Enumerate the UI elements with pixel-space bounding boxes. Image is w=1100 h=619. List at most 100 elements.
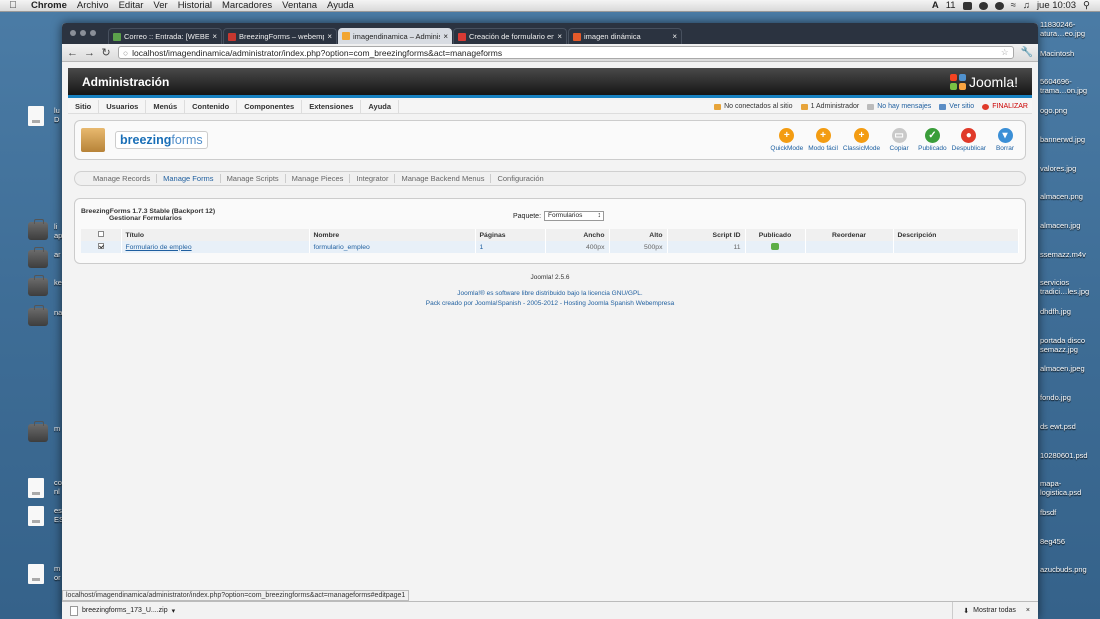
zoom-window-icon[interactable] bbox=[90, 30, 96, 36]
menu-contenido[interactable]: Contenido bbox=[185, 99, 238, 114]
license-link[interactable]: Joomla!® es software libre distribuido b… bbox=[457, 290, 642, 297]
toolbar-button-publicado[interactable]: ✓ Publicado bbox=[918, 128, 947, 152]
dropbox-icon[interactable] bbox=[962, 1, 972, 10]
download-item[interactable]: breezingforms_173_U....zip ▾ bbox=[62, 605, 176, 616]
show-all-downloads[interactable]: ⬇ Mostrar todas bbox=[952, 601, 1026, 619]
menu-ayuda[interactable]: Ayuda bbox=[322, 0, 359, 11]
bookmark-star-icon[interactable]: ☆ bbox=[1001, 47, 1009, 58]
toolbar-button-quickmode[interactable]: + QuickMode bbox=[770, 128, 803, 152]
adobe-icon[interactable]: A bbox=[932, 0, 939, 11]
browser-tab[interactable]: Correo :: Entrada: [WEBEMP]× bbox=[108, 28, 222, 44]
download-filename[interactable]: breezingforms_173_U....zip bbox=[82, 607, 168, 614]
briefcase-icon[interactable] bbox=[28, 275, 48, 296]
download-menu-icon[interactable]: ▾ bbox=[172, 607, 176, 615]
desktop-file-label[interactable]: almacen.jpg bbox=[1040, 221, 1080, 230]
published-check-icon[interactable] bbox=[771, 242, 779, 250]
desktop-file-label[interactable]: portada disco semazz.jpg bbox=[1040, 336, 1085, 354]
form-title-link[interactable]: Formulario de empleo bbox=[126, 244, 192, 251]
desktop-file-label[interactable]: bannerwd.jpg bbox=[1040, 135, 1085, 144]
briefcase-icon[interactable] bbox=[28, 219, 48, 240]
timemachine-icon[interactable] bbox=[978, 1, 988, 10]
package-select[interactable]: Formularios bbox=[544, 211, 605, 221]
desktop-file-label[interactable]: ds ewt.psd bbox=[1040, 422, 1076, 431]
desktop-file-label[interactable]: almacen.png bbox=[1040, 192, 1083, 201]
bluetooth-icon[interactable] bbox=[994, 1, 1004, 10]
desktop-file-label[interactable]: servicios tradici…les.jpg bbox=[1040, 278, 1089, 296]
desktop-file-label[interactable]: dhdfh.jpg bbox=[1040, 307, 1071, 316]
toolbar-button-modo-f-cil[interactable]: + Modo fácil bbox=[808, 128, 838, 152]
document-icon[interactable] bbox=[28, 106, 44, 126]
volume-icon[interactable]: ♫ bbox=[1023, 0, 1030, 11]
forward-arrow-icon[interactable]: → bbox=[84, 47, 95, 59]
menu-usuarios[interactable]: Usuarios bbox=[99, 99, 147, 114]
subnav-item[interactable]: Manage Forms bbox=[157, 174, 221, 183]
desktop-file-label[interactable]: ar bbox=[54, 250, 61, 259]
col-ancho[interactable]: Ancho bbox=[545, 229, 610, 241]
desktop-file-label[interactable]: m bbox=[54, 424, 60, 433]
desktop-file-label[interactable]: 8eg456 bbox=[1040, 537, 1065, 546]
toolbar-button-classicmode[interactable]: + ClassicMode bbox=[843, 128, 880, 152]
menu-ver[interactable]: Ver bbox=[148, 0, 172, 11]
col-nombre[interactable]: Nombre bbox=[309, 229, 476, 241]
col-script-id[interactable]: Script ID bbox=[667, 229, 746, 241]
back-arrow-icon[interactable]: ← bbox=[67, 47, 78, 59]
briefcase-icon[interactable] bbox=[28, 247, 48, 268]
tab-close-icon[interactable]: × bbox=[672, 32, 677, 41]
subnav-item[interactable]: Manage Backend Menus bbox=[395, 174, 492, 183]
subnav-item[interactable]: Manage Records bbox=[87, 174, 158, 183]
browser-tab[interactable]: imagen dinámica × bbox=[568, 28, 682, 44]
tab-close-icon[interactable]: × bbox=[327, 32, 332, 41]
wifi-icon[interactable]: ≈ bbox=[1011, 0, 1016, 11]
desktop-file-label[interactable]: ogo.png bbox=[1040, 106, 1067, 115]
view-site-link[interactable]: Ver sitio bbox=[939, 103, 974, 110]
desktop-file-label[interactable]: valores.jpg bbox=[1040, 164, 1076, 173]
tab-close-icon[interactable]: × bbox=[557, 32, 562, 41]
clock[interactable]: jue 10:03 bbox=[1037, 0, 1076, 11]
menu-historial[interactable]: Historial bbox=[173, 0, 217, 11]
desktop-file-label[interactable]: m or bbox=[54, 564, 61, 582]
reload-icon[interactable]: ↻ bbox=[101, 46, 111, 59]
col-titulo[interactable]: Título bbox=[121, 229, 310, 241]
document-icon[interactable] bbox=[28, 564, 44, 584]
subnav-item[interactable]: Integrator bbox=[350, 174, 396, 183]
wrench-icon[interactable]: 🔧 bbox=[1021, 47, 1033, 58]
desktop-file-label[interactable]: 11830246- atura…eo.jpg bbox=[1040, 20, 1085, 38]
desktop-file-label[interactable]: 5604696- trama…on.jpg bbox=[1040, 77, 1087, 95]
desktop-file-label[interactable]: ke bbox=[54, 278, 62, 287]
row-checkbox[interactable] bbox=[97, 243, 104, 249]
desktop-file-label[interactable]: lu D bbox=[54, 106, 60, 124]
menu-extensiones[interactable]: Extensiones bbox=[302, 99, 362, 114]
search-icon[interactable]: ⚲ bbox=[1083, 0, 1090, 11]
desktop-file-label[interactable]: fbsdf bbox=[1040, 508, 1056, 517]
close-download-bar-icon[interactable]: × bbox=[1026, 607, 1038, 614]
minimize-window-icon[interactable] bbox=[80, 30, 86, 36]
desktop-file-label[interactable]: ssemazz.m4v bbox=[1040, 250, 1086, 259]
browser-tab[interactable]: Creación de formulario en J × bbox=[453, 28, 567, 44]
credits-link[interactable]: Pack creado por Joomla!Spanish - 2005-20… bbox=[426, 300, 674, 307]
menu-ventana[interactable]: Ventana bbox=[277, 0, 322, 11]
logout-link[interactable]: FINALIZAR bbox=[982, 103, 1028, 110]
col-publicado[interactable]: Publicado bbox=[745, 229, 806, 241]
desktop-file-label[interactable]: mapa- logistica.psd bbox=[1040, 479, 1081, 497]
menu-sitio[interactable]: Sitio bbox=[68, 99, 100, 114]
row-paginas[interactable]: 1 bbox=[475, 241, 546, 253]
col-reordenar[interactable]: Reordenar bbox=[805, 229, 894, 241]
briefcase-icon[interactable] bbox=[28, 305, 48, 326]
col-descripcion[interactable]: Descripción bbox=[893, 229, 1019, 241]
menu-app-name[interactable]: Chrome bbox=[26, 0, 72, 11]
menu-editar[interactable]: Editar bbox=[114, 0, 149, 11]
col-alto[interactable]: Alto bbox=[609, 229, 668, 241]
document-icon[interactable] bbox=[28, 478, 44, 498]
apple-icon[interactable]:  bbox=[0, 0, 26, 11]
tab-close-icon[interactable]: × bbox=[443, 32, 448, 41]
menu-archivo[interactable]: Archivo bbox=[72, 0, 114, 11]
desktop-file-label[interactable]: almacen.jpeg bbox=[1040, 364, 1085, 373]
col-paginas[interactable]: Páginas bbox=[475, 229, 546, 241]
desktop-file-label[interactable]: azucbuds.png bbox=[1040, 565, 1087, 574]
desktop-file-label[interactable]: fondo.jpg bbox=[1040, 393, 1071, 402]
show-all-label[interactable]: Mostrar todas bbox=[973, 607, 1016, 614]
tab-close-icon[interactable]: × bbox=[212, 32, 217, 41]
desktop-file-label[interactable]: 10280601.psd bbox=[1040, 451, 1088, 460]
subnav-item[interactable]: Configuración bbox=[491, 174, 549, 183]
document-icon[interactable] bbox=[28, 506, 44, 526]
